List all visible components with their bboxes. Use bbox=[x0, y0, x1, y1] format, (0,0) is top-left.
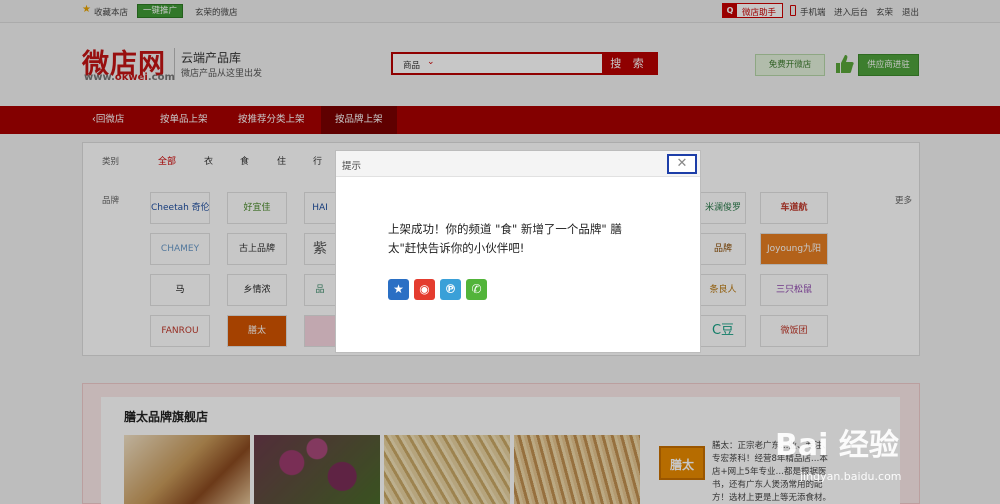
baidu-watermark: Bai 经验 bbox=[775, 428, 899, 463]
baidu-watermark-url: jingyan.baidu.com bbox=[800, 470, 902, 483]
weibo-icon[interactable]: ◉ bbox=[414, 279, 435, 300]
close-icon[interactable]: ✕ bbox=[667, 154, 697, 174]
qzone-icon[interactable]: ★ bbox=[388, 279, 409, 300]
tencent-weibo-icon[interactable]: ℗ bbox=[440, 279, 461, 300]
dialog-message-line1: 上架成功！你的频道 "食" 新增了一个品牌" 膳 bbox=[388, 222, 622, 236]
wechat-icon[interactable]: ✆ bbox=[466, 279, 487, 300]
dialog-header: 提示 ✕ bbox=[336, 151, 700, 177]
dialog-message-line2: 太"赶快告诉你的小伙伴吧! bbox=[388, 241, 525, 255]
dialog-title: 提示 bbox=[342, 161, 362, 172]
success-dialog: 提示 ✕ 上架成功！你的频道 "食" 新增了一个品牌" 膳 太"赶快告诉你的小伙… bbox=[335, 150, 701, 353]
